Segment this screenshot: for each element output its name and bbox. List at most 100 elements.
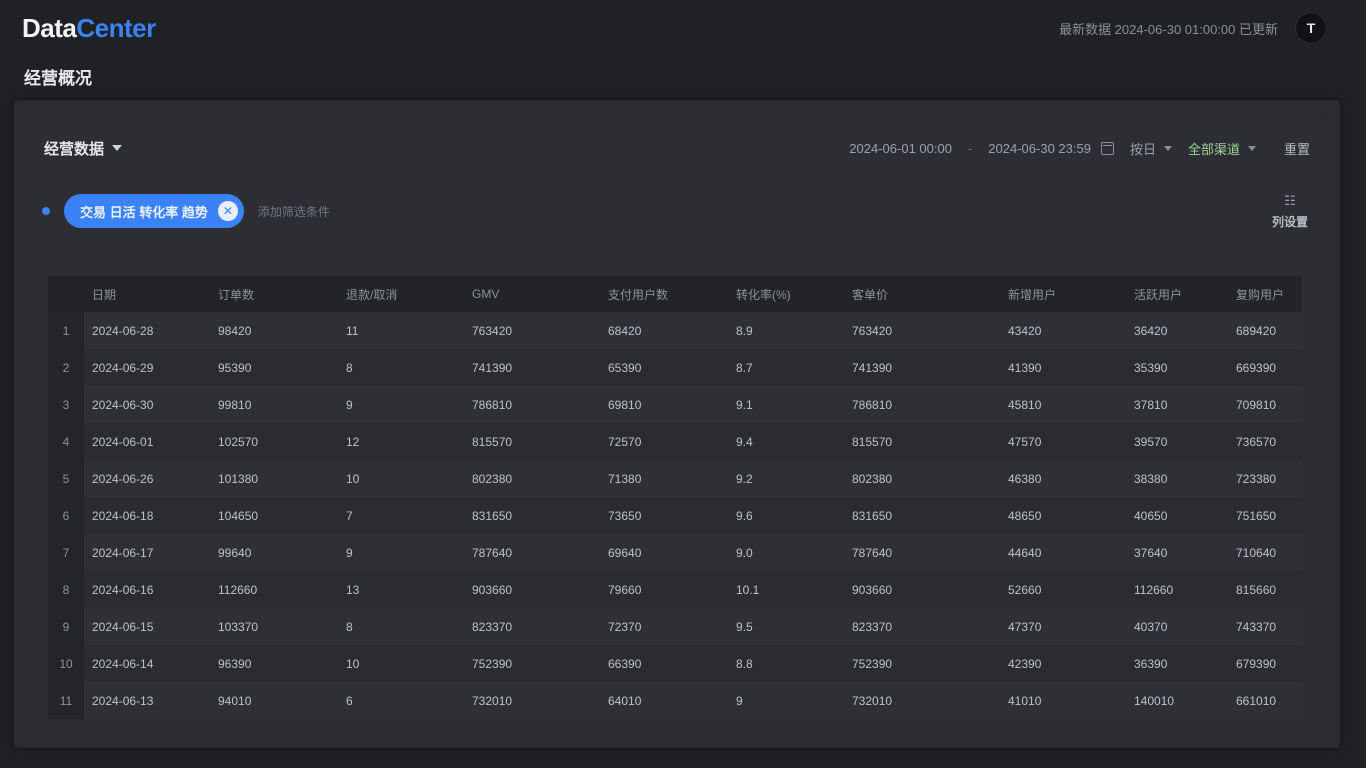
index-column-header (48, 276, 84, 312)
reset-button[interactable]: 重置 (1284, 139, 1310, 158)
avatar-initial: T (1306, 20, 1316, 36)
table-cell: 9.2 (728, 460, 844, 497)
table-cell: 2024-06-13 (84, 682, 210, 719)
column-header[interactable]: 客单价 (844, 276, 1000, 312)
row-index: 9 (48, 608, 84, 645)
top-bar: DataCenter 最新数据 2024-06-30 01:00:00 已更新 … (0, 0, 1366, 56)
add-filter-hint[interactable]: 添加筛选条件 (258, 203, 330, 220)
table-row[interactable]: 7 2024-06-17 99640 9 787640 69640 9.0 787640 446… (48, 534, 1302, 571)
table-cell: 815570 (464, 423, 600, 460)
avatar[interactable]: T (1296, 13, 1326, 43)
table-cell: 9 (728, 682, 844, 719)
column-settings-button[interactable]: ☷ 列设置 (1272, 194, 1308, 230)
table-cell: 8.8 (728, 645, 844, 682)
column-header[interactable]: 支付用户数 (600, 276, 728, 312)
table-cell: 96390 (210, 645, 338, 682)
metric-chip-label: 交易 日活 转化率 趋势 (80, 204, 208, 220)
table-cell: 9.4 (728, 423, 844, 460)
table-cell: 47370 (1000, 608, 1126, 645)
table-row[interactable]: 8 2024-06-16 112660 13 903660 79660 10.1 903660… (48, 571, 1302, 608)
column-header[interactable]: 日期 (84, 276, 210, 312)
table-cell: 95390 (210, 349, 338, 386)
column-header[interactable]: 退款/取消 (338, 276, 464, 312)
table-cell: 99640 (210, 534, 338, 571)
table-cell: 112660 (210, 571, 338, 608)
row-index: 1 (48, 312, 84, 349)
table-cell: 786810 (844, 386, 1000, 423)
channel-select[interactable]: 全部渠道 (1188, 139, 1256, 158)
row-index: 3 (48, 386, 84, 423)
data-table: 日期 订单数 退款/取消 GMV 支付用户数 转化率(%) 客单价 新增用户 活跃用户 复购用户 … (48, 276, 1302, 719)
end-date-input[interactable]: 2024-06-30 23:59 (988, 141, 1091, 156)
row-index: 7 (48, 534, 84, 571)
table-cell: 831650 (844, 497, 1000, 534)
column-header[interactable]: 活跃用户 (1126, 276, 1228, 312)
table-cell: 140010 (1126, 682, 1228, 719)
table-row[interactable]: 11 2024-06-13 94010 6 732010 64010 9 732010 4101… (48, 682, 1302, 719)
table-cell: 9.0 (728, 534, 844, 571)
table-cell: 802380 (844, 460, 1000, 497)
table-cell: 661010 (1228, 682, 1302, 719)
table-cell: 104650 (210, 497, 338, 534)
table-cell: 101380 (210, 460, 338, 497)
table-cell: 8 (338, 608, 464, 645)
table-cell: 41390 (1000, 349, 1126, 386)
table-cell: 752390 (464, 645, 600, 682)
table-cell: 36420 (1126, 312, 1228, 349)
close-icon[interactable]: ✕ (217, 201, 238, 221)
calendar-icon[interactable] (1100, 141, 1114, 155)
app-logo[interactable]: DataCenter (22, 13, 156, 44)
table-cell: 47570 (1000, 423, 1126, 460)
column-header[interactable]: 复购用户 (1228, 276, 1302, 312)
table-cell: 94010 (210, 682, 338, 719)
table-cell: 9.1 (728, 386, 844, 423)
table-cell: 46380 (1000, 460, 1126, 497)
table-row[interactable]: 5 2024-06-26 101380 10 802380 71380 9.2 802380 4… (48, 460, 1302, 497)
table-row[interactable]: 10 2024-06-14 96390 10 752390 66390 8.8 752390 4… (48, 645, 1302, 682)
row-index: 6 (48, 497, 84, 534)
column-header[interactable]: GMV (464, 276, 600, 312)
table-cell: 9 (338, 534, 464, 571)
table-row[interactable]: 1 2024-06-28 98420 11 763420 68420 8.9 763420 43… (48, 312, 1302, 349)
table-cell: 103370 (210, 608, 338, 645)
active-indicator-icon (42, 207, 50, 215)
report-card: 经营数据 2024-06-01 00:00 - 2024-06-30 23:59… (32, 116, 1322, 736)
start-date-input[interactable]: 2024-06-01 00:00 (849, 141, 952, 156)
table-cell: 9 (338, 386, 464, 423)
table-row[interactable]: 9 2024-06-15 103370 8 823370 72370 9.5 823370 47… (48, 608, 1302, 645)
table-cell: 689420 (1228, 312, 1302, 349)
table-cell: 71380 (600, 460, 728, 497)
column-header[interactable]: 订单数 (210, 276, 338, 312)
table-cell: 112660 (1126, 571, 1228, 608)
logo-accent: Center (76, 12, 156, 43)
granularity-value: 按日 (1129, 141, 1156, 157)
table-cell: 73650 (600, 497, 728, 534)
dataset-dropdown[interactable]: 经营数据 (44, 138, 123, 159)
table-header-row: 日期 订单数 退款/取消 GMV 支付用户数 转化率(%) 客单价 新增用户 活跃用户 复购用户 (48, 276, 1302, 312)
table-cell: 903660 (464, 571, 600, 608)
table-row[interactable]: 4 2024-06-01 102570 12 815570 72570 9.4 815570 4… (48, 423, 1302, 460)
table-row[interactable]: 6 2024-06-18 104650 7 831650 73650 9.6 831650 48… (48, 497, 1302, 534)
table-row[interactable]: 3 2024-06-30 99810 9 786810 69810 9.1 786810 458… (48, 386, 1302, 423)
table-cell: 741390 (464, 349, 600, 386)
table-cell: 98420 (210, 312, 338, 349)
granularity-select[interactable]: 按日 (1130, 139, 1172, 158)
column-header[interactable]: 新增用户 (1000, 276, 1126, 312)
table-cell: 2024-06-17 (84, 534, 210, 571)
table-row[interactable]: 2 2024-06-29 95390 8 741390 65390 8.7 741390 413… (48, 349, 1302, 386)
report-toolbar: 经营数据 2024-06-01 00:00 - 2024-06-30 23:59… (44, 134, 1310, 162)
table-cell: 743370 (1228, 608, 1302, 645)
table-cell: 815660 (1228, 571, 1302, 608)
table-cell: 2024-06-29 (84, 349, 210, 386)
table-cell: 8.9 (728, 312, 844, 349)
table-cell: 710640 (1228, 534, 1302, 571)
table-cell: 12 (338, 423, 464, 460)
table-cell: 69640 (600, 534, 728, 571)
table-cell: 69810 (600, 386, 728, 423)
table-cell: 66390 (600, 645, 728, 682)
table-cell: 11 (338, 312, 464, 349)
table-cell: 37640 (1126, 534, 1228, 571)
table-cell: 13 (338, 571, 464, 608)
metric-chip[interactable]: 交易 日活 转化率 趋势 ✕ (64, 194, 244, 228)
column-header[interactable]: 转化率(%) (728, 276, 844, 312)
